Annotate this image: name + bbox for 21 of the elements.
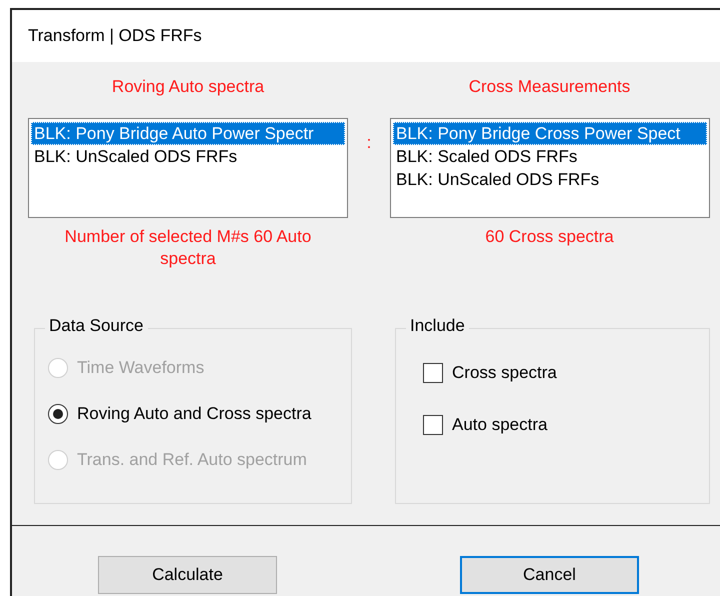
dialog-button[interactable]: Calculate — [98, 556, 277, 594]
list-heading: Roving Auto spectra — [112, 76, 264, 98]
checkbox[interactable] — [423, 363, 443, 383]
list-item[interactable]: BLK: Scaled ODS FRFs — [393, 145, 707, 168]
radio-option[interactable]: Roving Auto and Cross spectra — [35, 391, 351, 437]
list-box[interactable]: BLK: Pony Bridge Auto Power Spectr BLK: UnScaled ODS FRFs — [28, 118, 348, 218]
list-heading: Cross Measurements — [468, 76, 630, 98]
checkbox-option[interactable]: Auto spectra — [396, 399, 709, 451]
list-item[interactable]: BLK: UnScaled ODS FRFs — [31, 145, 345, 168]
checkbox-option[interactable]: Cross spectra — [396, 347, 709, 399]
separator-text: : — [366, 133, 372, 154]
list-item[interactable]: BLK: Pony Bridge Cross Power Spect — [393, 122, 707, 145]
list-box[interactable]: BLK: Pony Bridge Cross Power Spect BLK: Scaled ODS FRFs BLK: UnScaled ODS FRFs — [390, 118, 710, 218]
radio-button[interactable] — [48, 404, 68, 424]
dialog-button[interactable]: Cancel — [460, 556, 639, 594]
list-item[interactable]: BLK: Pony Bridge Auto Power Spectr — [31, 122, 345, 145]
count-text: Number of selected M#s 60 Auto spectra — [64, 226, 312, 270]
window-title: Transform | ODS FRFs — [28, 26, 202, 46]
list-item[interactable]: BLK: UnScaled ODS FRFs — [393, 168, 707, 191]
count-text: 60 Cross spectra — [484, 226, 615, 248]
checkbox[interactable] — [423, 415, 443, 435]
